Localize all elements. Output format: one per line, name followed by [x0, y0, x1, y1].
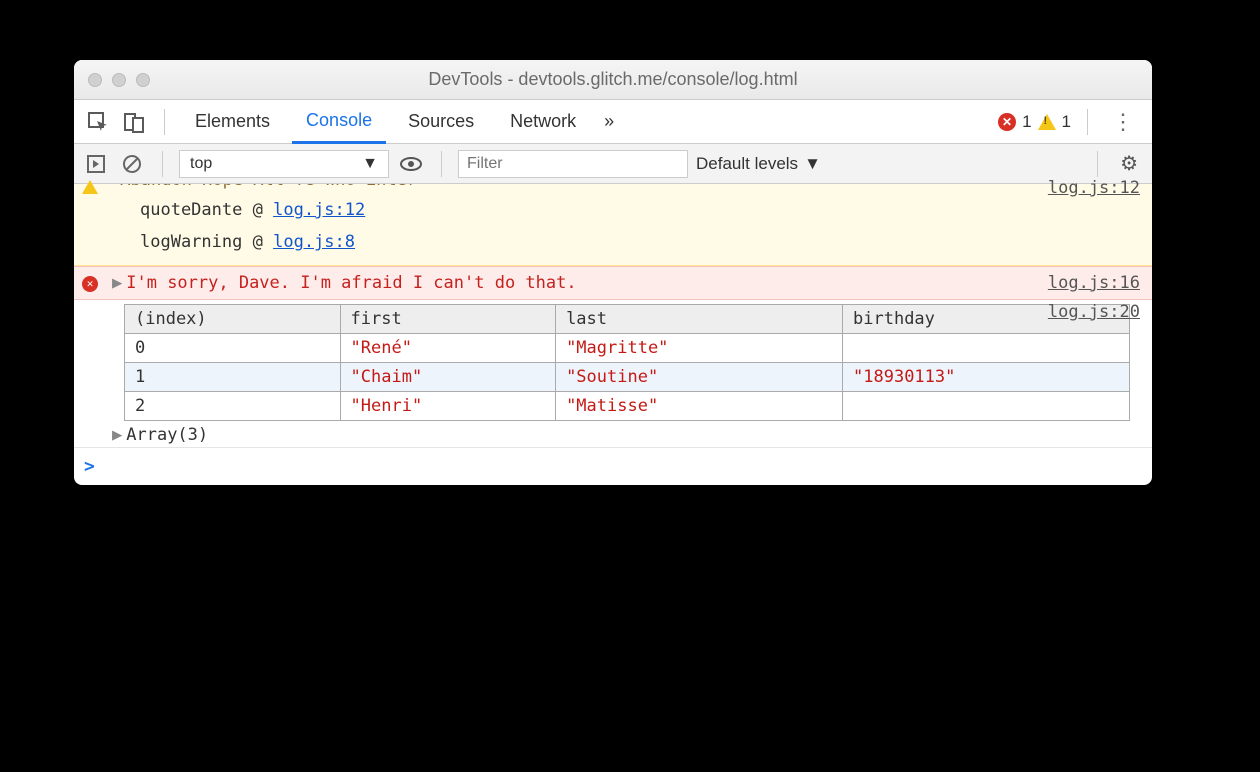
chevron-down-icon: ▼ [362, 155, 378, 173]
context-value: top [190, 155, 212, 173]
minimize-window-button[interactable] [112, 73, 126, 87]
tab-network[interactable]: Network [496, 100, 590, 144]
divider [441, 151, 442, 177]
prompt-chevron-icon: > [84, 456, 95, 477]
source-link[interactable]: log.js:20 [1048, 302, 1140, 322]
console-prompt[interactable]: > [74, 447, 1152, 485]
chevron-down-icon: ▼ [804, 154, 821, 174]
console-table: (index) first last birthday 0 "René" "Ma… [124, 304, 1130, 421]
warning-icon [1038, 114, 1056, 130]
tab-elements[interactable]: Elements [181, 100, 284, 144]
execution-context-select[interactable]: top ▼ [179, 150, 389, 178]
zoom-window-button[interactable] [136, 73, 150, 87]
stack-link[interactable]: log.js:12 [273, 200, 365, 220]
levels-label: Default levels [696, 154, 798, 174]
console-error-entry[interactable]: ✕ ▶I'm sorry, Dave. I'm afraid I can't d… [74, 266, 1152, 300]
expand-icon[interactable]: ▶ [112, 273, 122, 293]
col-first[interactable]: first [340, 304, 556, 333]
warning-text: ▾Abandon Hope All Ye Who Enter [110, 184, 417, 190]
tab-sources[interactable]: Sources [394, 100, 488, 144]
col-last[interactable]: last [556, 304, 843, 333]
console-settings-icon[interactable]: ⚙ [1114, 151, 1144, 176]
error-text: ▶I'm sorry, Dave. I'm afraid I can't do … [84, 273, 577, 293]
expand-icon[interactable]: ▶ [112, 425, 122, 445]
toggle-sidebar-icon[interactable] [82, 150, 110, 178]
console-table-entry: log.js:20 (index) first last birthday 0 … [74, 300, 1152, 447]
array-summary[interactable]: ▶Array(3) [84, 425, 1142, 445]
window-title: DevTools - devtools.glitch.me/console/lo… [74, 69, 1152, 90]
error-icon: ✕ [82, 276, 98, 292]
stack-link[interactable]: log.js:8 [273, 232, 355, 252]
stack-frame: quoteDante @ log.js:12 [84, 194, 1142, 226]
log-levels-select[interactable]: Default levels ▼ [696, 154, 821, 174]
filter-input[interactable] [458, 150, 688, 178]
error-icon: ✕ [998, 113, 1016, 131]
inspect-element-icon[interactable] [84, 108, 112, 136]
error-count: 1 [1022, 112, 1031, 132]
warning-count: 1 [1062, 112, 1071, 132]
col-index[interactable]: (index) [125, 304, 341, 333]
device-toolbar-icon[interactable] [120, 108, 148, 136]
divider [1097, 151, 1098, 177]
devtools-tabbar: Elements Console Sources Network » ✕ 1 1… [74, 100, 1152, 144]
close-window-button[interactable] [88, 73, 102, 87]
source-link[interactable]: log.js:16 [1048, 273, 1140, 293]
divider [162, 151, 163, 177]
divider [1087, 109, 1088, 135]
source-link[interactable]: log.js:12 [1048, 178, 1140, 198]
tab-console[interactable]: Console [292, 100, 386, 144]
table-row[interactable]: 1 "Chaim" "Soutine" "18930113" [125, 362, 1130, 391]
tabs-overflow-button[interactable]: » [598, 100, 620, 144]
table-row[interactable]: 0 "René" "Magritte" [125, 333, 1130, 362]
clear-console-icon[interactable] [118, 150, 146, 178]
titlebar: DevTools - devtools.glitch.me/console/lo… [74, 60, 1152, 100]
window-controls [74, 73, 150, 87]
issue-counts[interactable]: ✕ 1 1 [998, 112, 1071, 132]
table-row[interactable]: 2 "Henri" "Matisse" [125, 391, 1130, 420]
more-menu-icon[interactable]: ⋮ [1104, 109, 1142, 135]
stack-frame: logWarning @ log.js:8 [84, 226, 1142, 258]
console-toolbar: top ▼ Default levels ▼ ⚙ [74, 144, 1152, 184]
console-warning-entry[interactable]: ▾Abandon Hope All Ye Who Enter log.js:12… [74, 184, 1152, 266]
divider [164, 109, 165, 135]
devtools-window: DevTools - devtools.glitch.me/console/lo… [74, 60, 1152, 485]
live-expression-icon[interactable] [397, 150, 425, 178]
